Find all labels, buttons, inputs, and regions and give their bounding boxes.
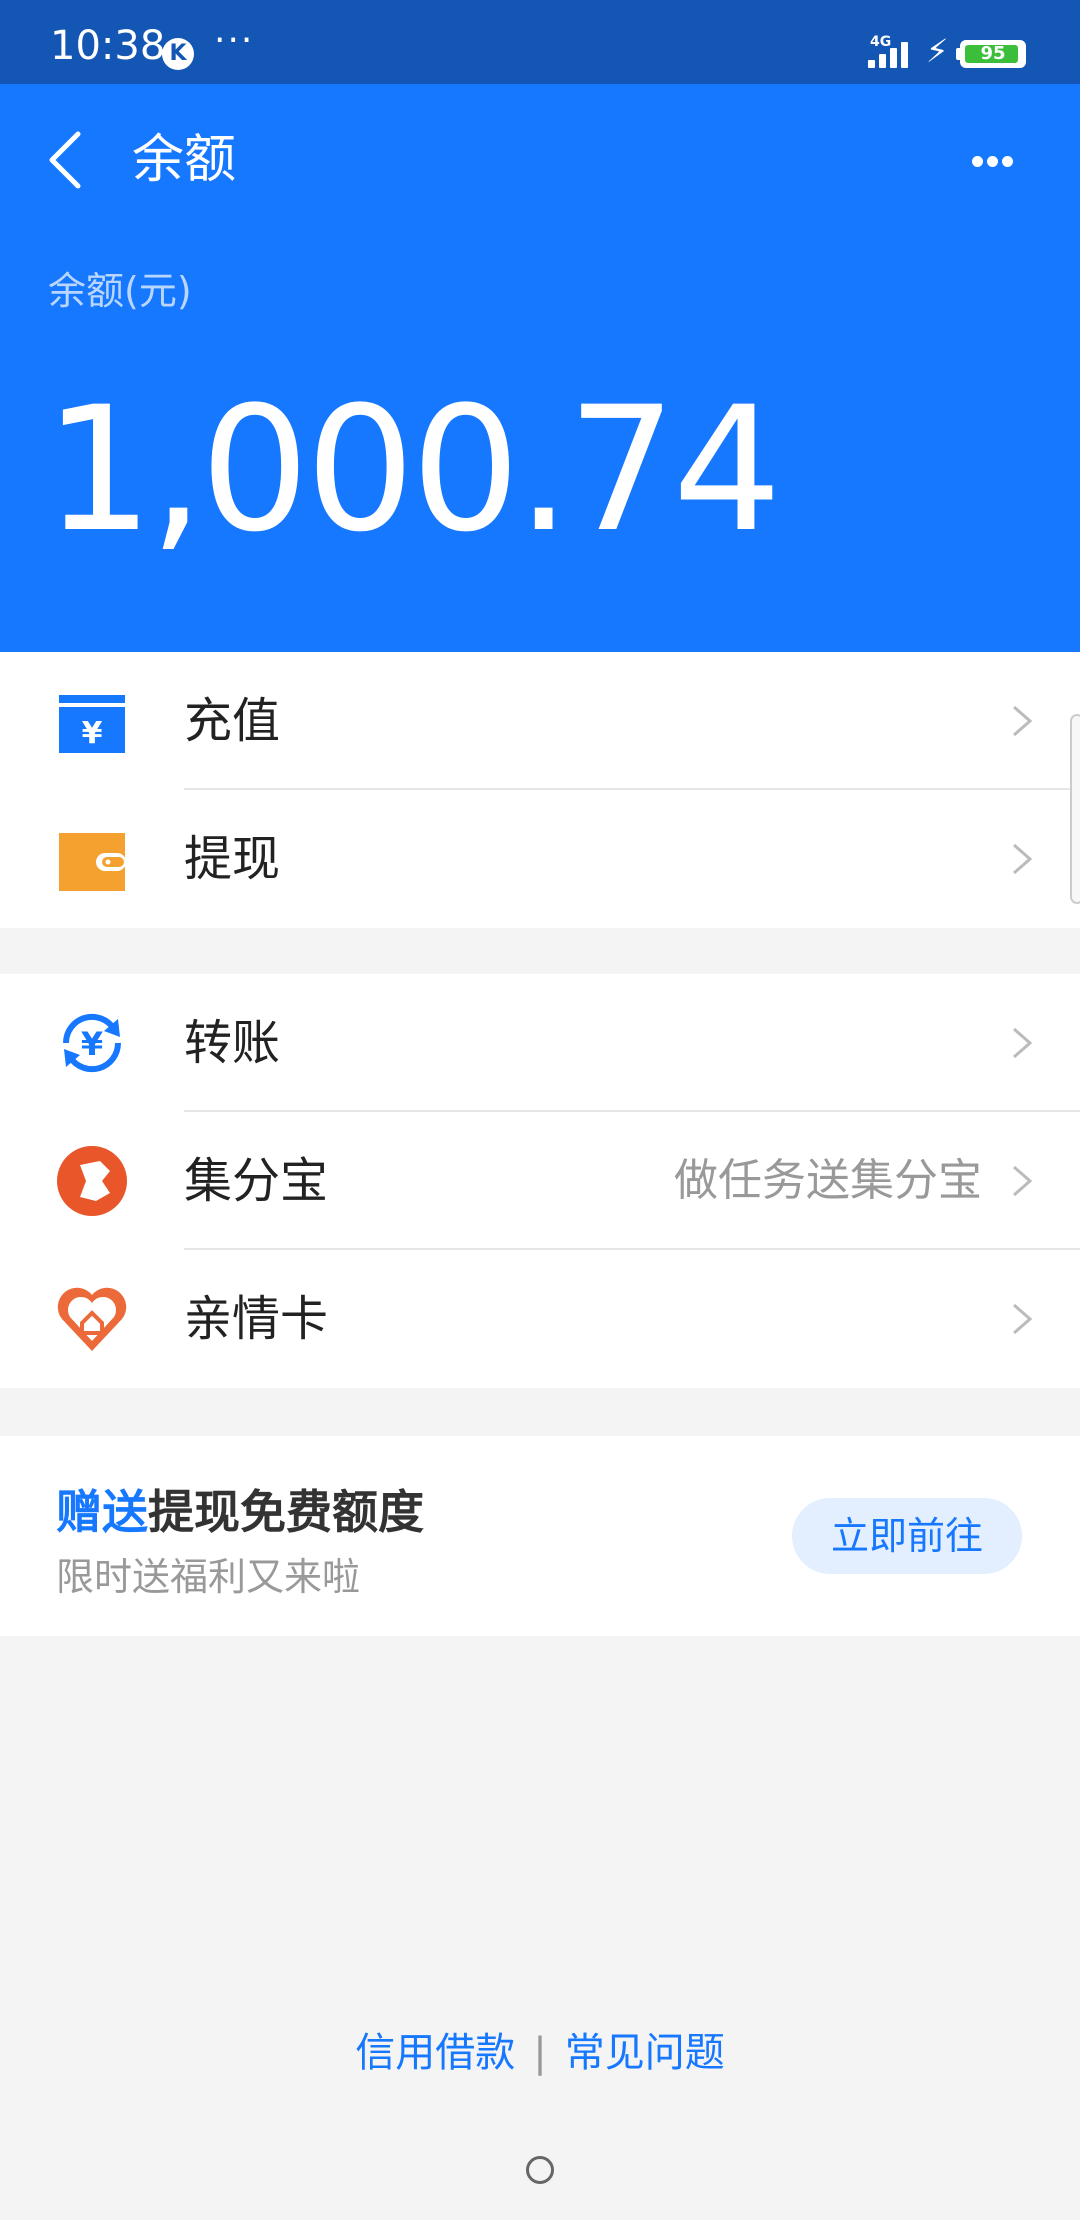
home-button-icon[interactable] [526,2156,554,2184]
promo-title: 赠送提现免费额度 [56,1476,424,1542]
family-card-item[interactable]: 亲情卡 [0,1250,1080,1388]
notification-k-icon: K [162,38,194,70]
transfer-label: 转账 [184,1015,281,1071]
battery-icon: 95 [960,40,1026,68]
status-time: 10:38 [50,23,166,69]
jifenbao-subtitle: 做任务送集分宝 [674,1155,982,1206]
battery-level: 95 [980,43,1006,64]
transfer-icon: ¥ [62,1013,122,1073]
footer-links: 信用借款 | 常见问题 [0,2020,1080,2078]
balance-label: 余额(元) [48,269,192,313]
family-card-label: 亲情卡 [184,1291,329,1347]
recharge-icon: ¥ [59,695,125,753]
jifenbao-item[interactable]: 集分宝 做任务送集分宝 [0,1112,1080,1250]
services-group: ¥ 转账 集分宝 做任务送集分宝 亲情卡 [0,974,1080,1388]
footer-separator: | [533,2030,547,2076]
promo-title-highlight: 赠送 [56,1485,148,1539]
recharge-label: 充值 [184,693,281,749]
go-now-button[interactable]: 立即前往 [792,1498,1022,1574]
withdraw-label: 提现 [184,831,281,887]
charging-icon: ⚡ [926,32,949,70]
credit-loan-link[interactable]: 信用借款 [355,2030,515,2076]
jifenbao-icon [57,1146,127,1216]
faq-link[interactable]: 常见问题 [565,2030,725,2076]
balance-header: 余额 余额(元) 1,000.74 [0,84,1080,652]
balance-amount: 1,000.74 [44,369,782,570]
transfer-item[interactable]: ¥ 转账 [0,974,1080,1112]
jifenbao-label: 集分宝 [184,1153,329,1209]
withdraw-item[interactable]: 提现 [0,790,1080,928]
status-bar: 10:38 K ··· 4G ⚡ 95 [0,0,1080,84]
promo-subtitle: 限时送福利又来啦 [56,1555,361,1599]
promo-banner: 赠送提现免费额度 限时送福利又来啦 立即前往 [0,1436,1080,1636]
more-menu-icon[interactable] [960,134,1024,194]
more-notifications-icon: ··· [214,20,255,61]
family-card-icon [57,1287,127,1351]
chevron-right-icon [1013,1303,1033,1335]
side-drag-handle[interactable] [1070,714,1080,904]
signal-icon [868,40,916,68]
chevron-right-icon [1013,843,1033,875]
svg-text:¥: ¥ [81,1025,103,1063]
back-icon[interactable] [44,124,92,196]
promo-title-rest: 提现免费额度 [148,1485,424,1539]
page-title: 余额 [132,130,237,190]
chevron-right-icon [1013,1165,1033,1197]
wallet-icon [59,833,126,891]
recharge-item[interactable]: ¥ 充值 [0,652,1080,790]
funds-group: ¥ 充值 提现 [0,652,1080,928]
svg-text:¥: ¥ [82,716,103,751]
chevron-right-icon [1013,705,1033,737]
chevron-right-icon [1013,1027,1033,1059]
